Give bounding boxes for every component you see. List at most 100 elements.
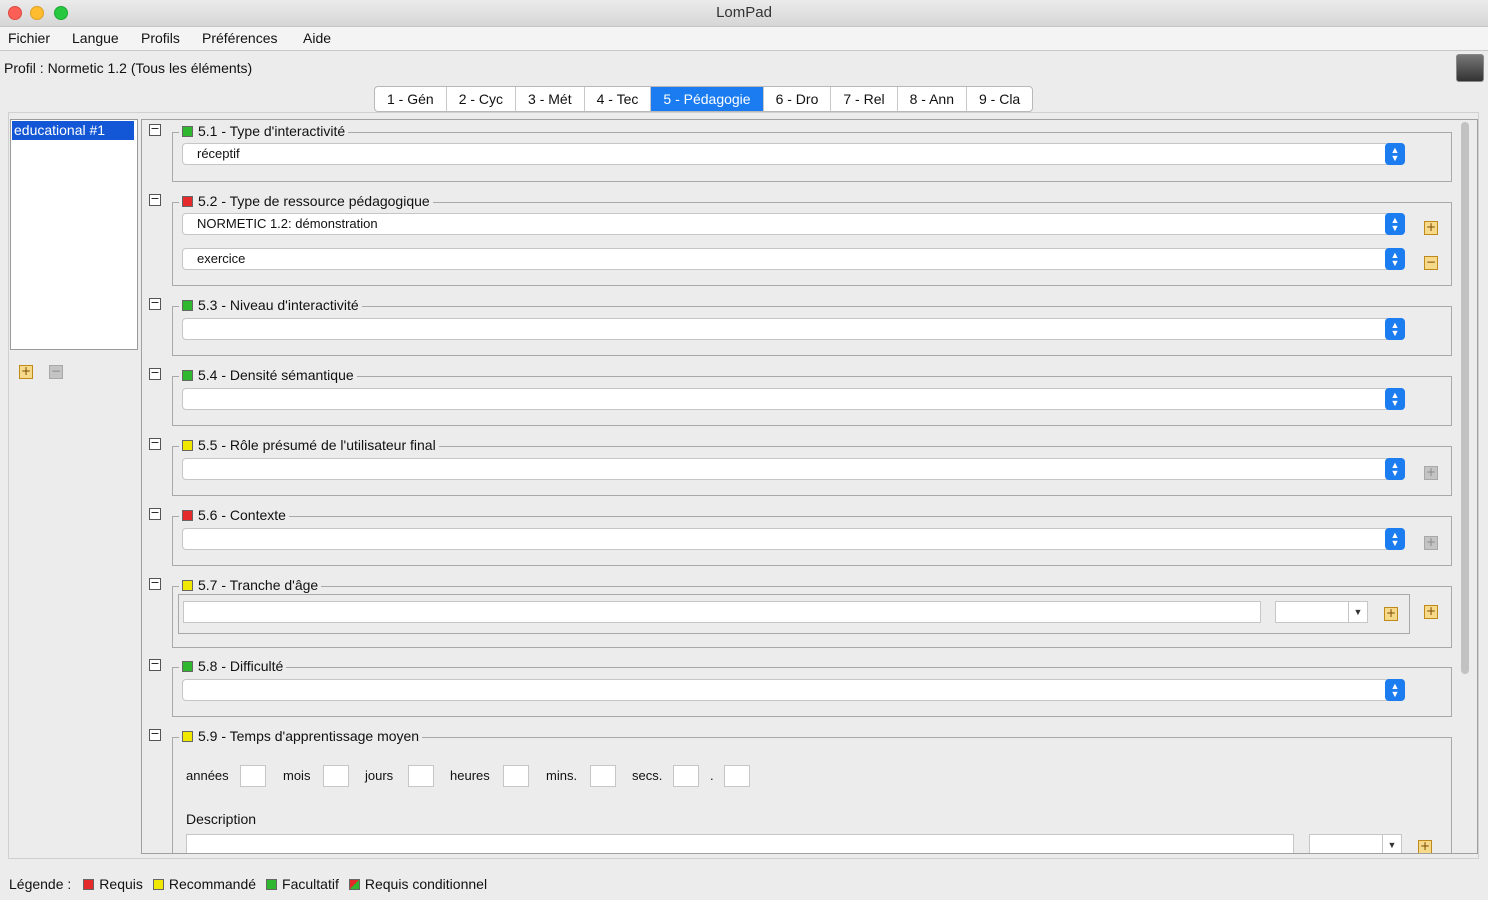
collapse-5-7-button[interactable]: − bbox=[149, 577, 161, 590]
tab-relation[interactable]: 7 - Rel bbox=[831, 87, 898, 111]
description-label: Description bbox=[186, 811, 257, 827]
collapse-5-5-button[interactable]: − bbox=[149, 437, 161, 450]
chevron-updown-icon: ▲ ▼ bbox=[1385, 679, 1405, 701]
list-item-educational-1[interactable]: educational #1 bbox=[12, 121, 134, 140]
facultatif-marker bbox=[182, 299, 193, 311]
collapse-5-9-button[interactable]: − bbox=[149, 728, 161, 741]
add-context-button[interactable]: + bbox=[1424, 536, 1438, 550]
resource-type-select-1[interactable]: NORMETIC 1.2: démonstration ▲ ▼ bbox=[182, 213, 1405, 235]
add-age-range-button[interactable]: + bbox=[1424, 605, 1438, 619]
interactivity-level-select[interactable]: ▲ ▼ bbox=[182, 318, 1405, 340]
chevron-updown-icon: ▲ ▼ bbox=[1385, 318, 1405, 340]
legend-requis-conditionnel: Requis conditionnel bbox=[364, 876, 488, 892]
menu-preferences[interactable]: Préférences bbox=[202, 30, 277, 46]
section-5-8-label: 5.8 - Difficulté bbox=[198, 658, 284, 674]
fraction-input[interactable] bbox=[724, 765, 750, 787]
add-description-button[interactable]: + bbox=[1418, 840, 1432, 853]
recommande-marker bbox=[182, 439, 193, 451]
resource-type-value-2: exercice bbox=[197, 251, 246, 266]
profile-label: Profil : Normetic 1.2 (Tous les éléments… bbox=[4, 60, 253, 76]
decimal-dot-label: . bbox=[710, 768, 714, 783]
facultatif-legend-marker bbox=[266, 878, 278, 890]
menu-langue[interactable]: Langue bbox=[72, 30, 119, 46]
conditionnel-legend-marker bbox=[348, 878, 360, 890]
tab-pedagogie[interactable]: 5 - Pédagogie bbox=[651, 87, 764, 111]
dropdown-arrow-icon: ▼ bbox=[1382, 835, 1401, 853]
age-range-input[interactable] bbox=[183, 601, 1261, 623]
collapse-5-2-button[interactable]: − bbox=[149, 193, 161, 206]
end-user-role-select[interactable]: ▲ ▼ bbox=[182, 458, 1405, 480]
description-input[interactable] bbox=[186, 834, 1294, 853]
collapse-5-3-button[interactable]: − bbox=[149, 297, 161, 310]
years-input[interactable] bbox=[240, 765, 266, 787]
requis-legend-marker bbox=[83, 878, 95, 890]
section-5-4-label: 5.4 - Densité sémantique bbox=[198, 367, 354, 383]
tab-cycle[interactable]: 2 - Cyc bbox=[447, 87, 517, 111]
hours-label: heures bbox=[450, 768, 490, 783]
requis-marker bbox=[182, 195, 193, 207]
recommande-legend-marker bbox=[152, 878, 164, 890]
educational-list[interactable] bbox=[10, 119, 138, 350]
collapse-5-4-button[interactable]: − bbox=[149, 367, 161, 380]
tab-meta[interactable]: 3 - Mét bbox=[516, 87, 585, 111]
section-5-7-title: 5.7 - Tranche d'âge bbox=[179, 577, 322, 593]
menu-fichier[interactable]: Fichier bbox=[8, 30, 50, 46]
context-select[interactable]: ▲ ▼ bbox=[182, 528, 1405, 550]
days-input[interactable] bbox=[408, 765, 434, 787]
facultatif-marker bbox=[182, 125, 193, 137]
interactivity-type-value: réceptif bbox=[197, 146, 240, 161]
add-end-user-role-button[interactable]: + bbox=[1424, 466, 1438, 480]
section-5-6-title: 5.6 - Contexte bbox=[179, 507, 289, 523]
add-age-range-language-button[interactable]: + bbox=[1384, 607, 1398, 621]
collapse-5-6-button[interactable]: − bbox=[149, 507, 161, 520]
tab-droits[interactable]: 6 - Dro bbox=[764, 87, 832, 111]
recommande-marker bbox=[182, 579, 193, 591]
legend-requis: Requis bbox=[99, 876, 143, 892]
section-5-7-label: 5.7 - Tranche d'âge bbox=[198, 577, 319, 593]
mins-input[interactable] bbox=[590, 765, 616, 787]
add-educational-button[interactable]: + bbox=[19, 365, 33, 379]
section-5-1-title: 5.1 - Type d'interactivité bbox=[179, 123, 349, 139]
legend-bar: Légende : Requis Recommandé Facultatif R… bbox=[9, 876, 497, 892]
chevron-updown-icon: ▲ ▼ bbox=[1385, 213, 1405, 235]
remove-resource-type-button[interactable]: − bbox=[1424, 256, 1438, 270]
elements-scroll-area[interactable]: − 5.1 - Type d'interactivité réceptif ▲ ▼… bbox=[141, 119, 1478, 854]
section-5-6-label: 5.6 - Contexte bbox=[198, 507, 286, 523]
section-5-2-label: 5.2 - Type de ressource pédagogique bbox=[198, 193, 430, 209]
tab-general[interactable]: 1 - Gén bbox=[375, 87, 447, 111]
tab-technique[interactable]: 4 - Tec bbox=[585, 87, 652, 111]
window-titlebar: LomPad bbox=[0, 0, 1488, 27]
difficulty-select[interactable]: ▲ ▼ bbox=[182, 679, 1405, 701]
section-5-8-title: 5.8 - Difficulté bbox=[179, 658, 287, 674]
add-resource-type-button[interactable]: + bbox=[1424, 221, 1438, 235]
secs-input[interactable] bbox=[673, 765, 699, 787]
remove-educational-button[interactable]: − bbox=[49, 365, 63, 379]
months-input[interactable] bbox=[323, 765, 349, 787]
tab-annotation[interactable]: 8 - Ann bbox=[898, 87, 967, 111]
description-language-select[interactable]: ▼ bbox=[1309, 834, 1402, 853]
hours-input[interactable] bbox=[503, 765, 529, 787]
section-5-4-title: 5.4 - Densité sémantique bbox=[179, 367, 357, 383]
section-5-5-label: 5.5 - Rôle présumé de l'utilisateur fina… bbox=[198, 437, 436, 453]
age-range-language-select[interactable]: ▼ bbox=[1275, 601, 1368, 623]
resource-type-select-2[interactable]: exercice ▲ ▼ bbox=[182, 248, 1405, 270]
menu-bar: Fichier Langue Profils Préférences Aide bbox=[0, 27, 1488, 51]
menu-profils[interactable]: Profils bbox=[141, 30, 180, 46]
vertical-scrollbar[interactable] bbox=[1461, 122, 1469, 674]
chevron-updown-icon: ▲ ▼ bbox=[1385, 458, 1405, 480]
legend-facultatif: Facultatif bbox=[282, 876, 339, 892]
menu-aide[interactable]: Aide bbox=[303, 30, 331, 46]
chevron-updown-icon: ▲ ▼ bbox=[1385, 143, 1405, 165]
months-label: mois bbox=[283, 768, 311, 783]
semantic-density-select[interactable]: ▲ ▼ bbox=[182, 388, 1405, 410]
years-label: années bbox=[186, 768, 229, 783]
interactivity-type-select[interactable]: réceptif ▲ ▼ bbox=[182, 143, 1405, 165]
tab-classification[interactable]: 9 - Cla bbox=[967, 87, 1032, 111]
collapse-5-8-button[interactable]: − bbox=[149, 658, 161, 671]
days-label: jours bbox=[365, 768, 394, 783]
profile-picture-icon[interactable] bbox=[1456, 54, 1484, 82]
dropdown-arrow-icon: ▼ bbox=[1348, 602, 1367, 622]
legend-recommande: Recommandé bbox=[168, 876, 257, 892]
legend-label: Légende : bbox=[9, 876, 72, 892]
collapse-5-1-button[interactable]: − bbox=[149, 123, 161, 136]
